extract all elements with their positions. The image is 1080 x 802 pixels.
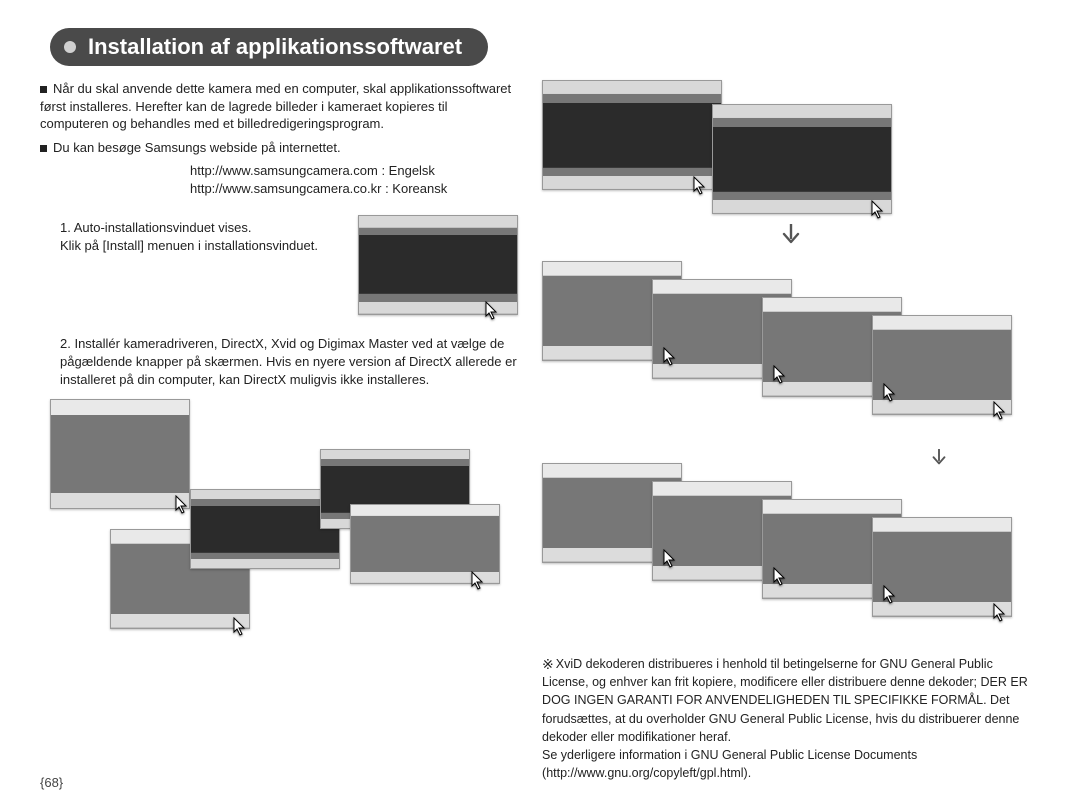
screenshot-cascade-mid (542, 261, 1040, 431)
step-1: 1. Auto-installationsvinduet vises. Klik… (60, 219, 348, 255)
screenshot-xvid-complete (872, 517, 1012, 617)
right-column: ※XviD dekoderen distribueres i henhold t… (542, 80, 1040, 782)
screenshot-directx-installing (190, 489, 340, 569)
down-arrow-icon (542, 224, 1040, 251)
screenshot-cascade-bottom (542, 463, 1040, 623)
step-2: 2. Installér kameradriveren, DirectX, Xv… (60, 335, 518, 390)
two-column-layout: Når du skal anvende dette kamera med en … (40, 80, 1040, 782)
title-dot-icon (64, 41, 76, 53)
screenshot-installshield-complete (50, 399, 190, 509)
left-column: Når du skal anvende dette kamera med en … (40, 80, 518, 782)
screenshot-installer-main (358, 215, 518, 315)
intro1-text: Når du skal anvende dette kamera med en … (40, 81, 511, 131)
title-text: Installation af applikationssoftwaret (88, 34, 462, 60)
screenshot-xvid-components (872, 315, 1012, 415)
intro2-text: Du kan besøge Samsungs webside på intern… (53, 140, 341, 155)
down-arrow-icon (932, 449, 946, 472)
manual-page: Installation af applikationssoftwaret Nå… (0, 0, 1080, 802)
screenshot-pair-top (542, 80, 1040, 210)
link-english: http://www.samsungcamera.com : Engelsk (190, 162, 518, 180)
page-title: Installation af applikationssoftwaret (50, 28, 488, 66)
intro-paragraph-1: Når du skal anvende dette kamera med en … (40, 80, 518, 133)
link-korean: http://www.samsungcamera.co.kr : Koreans… (190, 180, 518, 198)
square-bullet-icon (40, 145, 47, 152)
xvid-license-note: ※XviD dekoderen distribueres i henhold t… (542, 653, 1040, 782)
screenshot-digimax-installer-a (542, 80, 722, 190)
intro-paragraph-2: Du kan besøge Samsungs webside på intern… (40, 139, 518, 157)
square-bullet-icon (40, 86, 47, 93)
asterisk-icon: ※ (542, 656, 554, 672)
screenshot-cluster-left (40, 399, 518, 639)
screenshot-digimax-installer-b (712, 104, 892, 214)
xvid-note-text: XviD dekoderen distribueres i henhold ti… (542, 657, 1028, 780)
website-links: http://www.samsungcamera.com : Engelsk h… (190, 162, 518, 198)
screenshot-restart-computer (350, 504, 500, 584)
page-number: {68} (40, 775, 63, 790)
